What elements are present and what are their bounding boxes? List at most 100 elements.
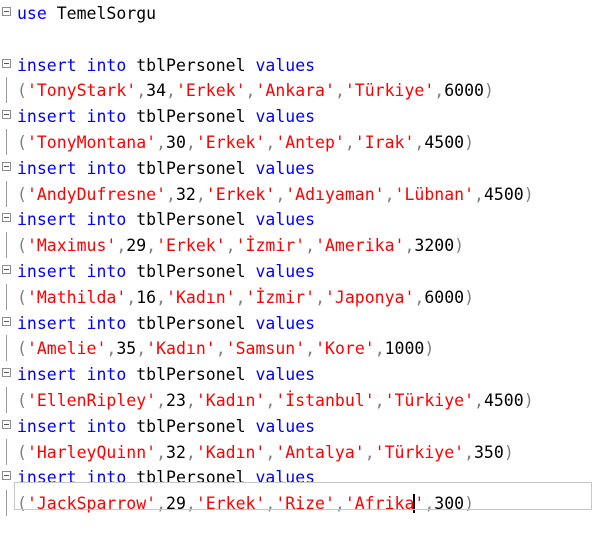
- value-name: 'TonyMontana': [26, 132, 157, 152]
- code-line-values-7[interactable]: ('EllenRipley', 23, 'Kadın', 'İstanbul', 'Tü…: [0, 387, 592, 413]
- fold-guide-line: [6, 181, 7, 207]
- collapse-toggle-icon[interactable]: [2, 162, 11, 171]
- table-name: tblPersonel: [136, 416, 246, 436]
- value-country: 'Türkiye': [384, 390, 474, 410]
- code-line-values-8[interactable]: ('HarleyQuinn', 32, 'Kadın', 'Antalya', 'Tür…: [0, 439, 592, 465]
- code-line-insert-2[interactable]: insert into tblPersonel values: [0, 103, 592, 129]
- keyword-into: into: [86, 55, 127, 75]
- code-line-values-9[interactable]: ('JackSparrow', 29, 'Erkek', 'Rize', 'Afrika…: [0, 490, 592, 516]
- code-line-values-5[interactable]: ('Mathilda', 16, 'Kadın', 'İzmir', 'Japonya'…: [0, 284, 592, 310]
- collapse-toggle-icon[interactable]: [2, 59, 11, 68]
- fold-guide-line: [6, 387, 7, 413]
- table-name: tblPersonel: [136, 158, 246, 178]
- gutter: [0, 284, 14, 310]
- code-text[interactable]: insert into tblPersonel values: [17, 413, 315, 439]
- code-text[interactable]: ('Maximus', 29, 'Erkek', 'İzmir', 'Amerika',…: [17, 232, 464, 258]
- value-salary: 3200: [414, 235, 455, 255]
- code-line-insert-3[interactable]: insert into tblPersonel values: [0, 155, 592, 181]
- value-country: 'Lübnan': [394, 184, 475, 204]
- code-line-insert-6[interactable]: insert into tblPersonel values: [0, 310, 592, 336]
- collapse-toggle-icon[interactable]: [2, 420, 11, 429]
- value-country: 'Amerika': [315, 235, 405, 255]
- keyword-values: values: [255, 467, 316, 487]
- gutter: [0, 413, 14, 439]
- collapse-toggle-icon[interactable]: [2, 317, 11, 326]
- collapse-toggle-icon[interactable]: [2, 7, 11, 16]
- value-city: 'Ankara': [255, 80, 335, 100]
- code-text[interactable]: insert into tblPersonel values: [17, 103, 315, 129]
- value-country: 'Irak': [354, 132, 415, 152]
- code-text[interactable]: insert into tblPersonel values: [17, 464, 315, 490]
- code-text[interactable]: ('TonyMontana', 30, 'Erkek', 'Antep', 'Irak'…: [17, 129, 474, 155]
- code-line-values-1[interactable]: ('TonyStark', 34, 'Erkek', 'Ankara', 'Türkiy…: [0, 77, 592, 103]
- fold-guide-line: [6, 129, 7, 155]
- value-gender: 'Erkek': [156, 235, 226, 255]
- gutter: [0, 439, 14, 465]
- keyword-into: into: [86, 416, 127, 436]
- collapse-toggle-icon[interactable]: [2, 368, 11, 377]
- code-text[interactable]: insert into tblPersonel values: [17, 258, 315, 284]
- code-line-insert-1[interactable]: insert into tblPersonel values: [0, 52, 592, 78]
- gutter: [0, 387, 14, 413]
- gutter: [0, 155, 14, 181]
- code-line-values-3[interactable]: ('AndyDufresne', 32, 'Erkek', 'Adıyaman', 'L…: [0, 181, 592, 207]
- value-name: 'AndyDufresne': [26, 184, 167, 204]
- code-text[interactable]: insert into tblPersonel values: [17, 52, 315, 78]
- code-line-values-4[interactable]: ('Maximus', 29, 'Erkek', 'İzmir', 'Amerika',…: [0, 232, 592, 258]
- fold-guide-line: [6, 77, 7, 103]
- code-text[interactable]: insert into tblPersonel values: [17, 155, 315, 181]
- keyword-insert: insert: [17, 106, 77, 126]
- gutter: [0, 490, 14, 516]
- gutter: [0, 52, 14, 78]
- keyword-into: into: [86, 106, 127, 126]
- value-age: 23: [166, 390, 186, 410]
- code-text[interactable]: use TemelSorgu: [17, 0, 156, 26]
- code-line-insert-7[interactable]: insert into tblPersonel values: [0, 361, 592, 387]
- collapse-toggle-icon[interactable]: [2, 265, 11, 274]
- keyword-insert: insert: [17, 209, 77, 229]
- sql-code-editor[interactable]: use TemelSorgu insert into tblPersonel v…: [0, 0, 592, 519]
- code-text[interactable]: ('JackSparrow', 29, 'Erkek', 'Rize', 'Afrika…: [17, 490, 474, 516]
- value-gender: 'Kadın': [195, 390, 266, 410]
- code-line-insert-4[interactable]: insert into tblPersonel values: [0, 206, 592, 232]
- table-name: tblPersonel: [136, 209, 246, 229]
- collapse-toggle-icon[interactable]: [2, 110, 11, 119]
- code-line-use[interactable]: use TemelSorgu: [0, 0, 592, 26]
- keyword-values: values: [255, 313, 316, 333]
- code-line-values-6[interactable]: ('Amelie', 35, 'Kadın', 'Samsun', 'Kore', 100…: [0, 335, 592, 361]
- code-text[interactable]: ('EllenRipley', 23, 'Kadın', 'İstanbul', 'Tü…: [17, 387, 534, 413]
- code-text[interactable]: ('HarleyQuinn', 32, 'Kadın', 'Antalya', 'Tür…: [17, 439, 514, 465]
- value-gender: 'Erkek': [175, 80, 246, 100]
- value-country: 'Japonya': [325, 287, 415, 307]
- table-name: tblPersonel: [136, 467, 246, 487]
- keyword-values: values: [255, 158, 316, 178]
- collapse-toggle-icon[interactable]: [2, 471, 11, 480]
- code-text[interactable]: ('AndyDufresne', 32, 'Erkek', 'Adıyaman', 'L…: [17, 181, 534, 207]
- gutter: [0, 103, 14, 129]
- code-text[interactable]: ('TonyStark', 34, 'Erkek', 'Ankara', 'Türkiy…: [17, 77, 494, 103]
- code-line-insert-9[interactable]: insert into tblPersonel values: [0, 464, 592, 490]
- code-line-values-2[interactable]: ('TonyMontana', 30, 'Erkek', 'Antep', 'Irak'…: [0, 129, 592, 155]
- gutter: [0, 258, 14, 284]
- value-name: 'EllenRipley': [26, 390, 157, 410]
- code-text[interactable]: insert into tblPersonel values: [17, 206, 315, 232]
- fold-guide-line: [6, 439, 7, 465]
- keyword-insert: insert: [17, 313, 77, 333]
- value-gender: 'Erkek': [195, 493, 266, 513]
- table-name: tblPersonel: [136, 261, 246, 281]
- value-city: 'Samsun': [225, 338, 306, 358]
- value-name: 'Maximus': [26, 235, 117, 255]
- keyword-values: values: [255, 416, 316, 436]
- code-line-insert-5[interactable]: insert into tblPersonel values: [0, 258, 592, 284]
- code-text[interactable]: insert into tblPersonel values: [17, 361, 315, 387]
- code-text[interactable]: insert into tblPersonel values: [17, 310, 315, 336]
- fold-guide-line: [6, 490, 7, 516]
- code-text[interactable]: ('Amelie', 35, 'Kadın', 'Samsun', 'Kore', 100…: [17, 335, 434, 361]
- value-country: 'Afrika: [344, 493, 415, 513]
- collapse-toggle-icon[interactable]: [2, 213, 11, 222]
- keyword-insert: insert: [17, 416, 77, 436]
- value-age: 34: [146, 80, 167, 100]
- code-line-insert-8[interactable]: insert into tblPersonel values: [0, 413, 592, 439]
- keyword-values: values: [255, 364, 316, 384]
- code-text[interactable]: ('Mathilda', 16, 'Kadın', 'İzmir', 'Japonya'…: [17, 284, 474, 310]
